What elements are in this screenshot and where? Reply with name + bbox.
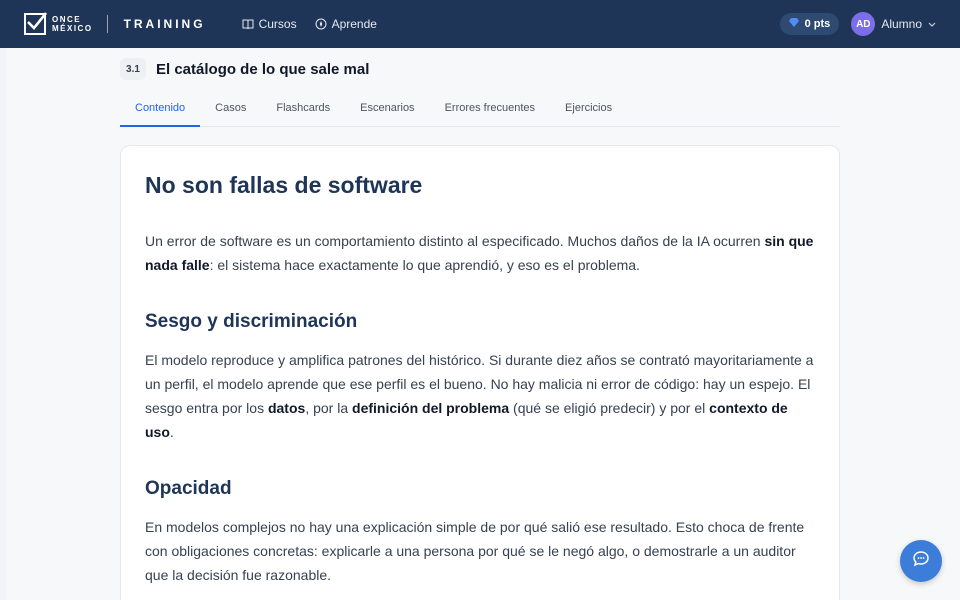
user-menu[interactable]: AD Alumno [851,12,936,36]
sesgo-bold-definicion: definición del problema [352,400,510,416]
tab-ejercicios[interactable]: Ejercicios [550,90,627,127]
header-right: 0 pts AD Alumno [779,12,936,36]
points-badge[interactable]: 0 pts [779,13,840,35]
tab-flashcards[interactable]: Flashcards [261,90,345,127]
logo-divider [106,15,108,33]
top-navbar: ONCE MÉXICO TRAINING Cursos Aprende 0 pt… [0,0,960,48]
intro-text-c: : el sistema hace exactamente lo que apr… [209,257,640,273]
logo-line1: ONCE [52,15,82,24]
intro-text-a: Un error de software es un comportamient… [145,233,765,249]
nav-cursos[interactable]: Cursos [242,17,297,31]
points-value: 0 pts [804,18,831,30]
section-header: 3.1 El catálogo de lo que sale mal [120,58,369,80]
sesgo-paragraph: El modelo reproduce y amplifica patrones… [145,348,815,444]
brand-logo[interactable]: ONCE MÉXICO TRAINING [24,12,206,35]
user-name: Alumno [881,17,922,31]
logo-wordmark: ONCE MÉXICO [52,15,93,33]
sesgo-text-g: . [169,424,174,440]
opacidad-heading: Opacidad [145,478,232,499]
compass-icon [315,18,327,30]
sesgo-text-c: , por la [305,400,353,416]
sesgo-heading: Sesgo y discriminación [145,311,358,332]
diamond-icon [788,18,799,30]
lesson-heading: No son fallas de software [145,172,423,198]
avatar: AD [851,12,876,36]
main-nav: Cursos Aprende [242,17,377,31]
sesgo-text-e: (qué se eligió predecir) y por el [509,400,710,416]
chevron-down-icon [928,17,936,31]
lesson-content-card: No son fallas de software Un error de so… [120,145,840,600]
tab-escenarios[interactable]: Escenarios [345,90,429,127]
nav-aprende-label: Aprende [331,17,377,31]
book-icon [242,18,254,30]
sesgo-bold-datos: datos [267,400,306,416]
tab-errores-frecuentes[interactable]: Errores frecuentes [430,90,550,127]
section-number-badge: 3.1 [120,58,146,80]
section-title: El catálogo de lo que sale mal [156,60,370,78]
logo-training: TRAINING [123,17,206,31]
chat-button[interactable] [900,540,942,582]
checkbox-logo-icon [24,12,47,35]
opacidad-paragraph: En modelos complejos no hay una explicac… [145,519,805,583]
tab-contenido[interactable]: Contenido [120,90,201,127]
content-tabs: Contenido Casos Flashcards Escenarios Er… [120,90,840,127]
tab-casos[interactable]: Casos [200,90,261,127]
nav-cursos-label: Cursos [258,17,297,31]
logo-line2: MÉXICO [52,24,93,33]
left-edge [0,48,6,600]
chat-bubble-icon [912,550,930,573]
nav-aprende[interactable]: Aprende [315,17,377,31]
intro-paragraph: Un error de software es un comportamient… [145,229,815,277]
